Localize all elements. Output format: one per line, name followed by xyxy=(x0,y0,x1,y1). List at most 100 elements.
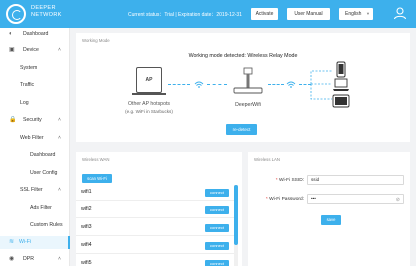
sidebar-item-label: Ads Filter xyxy=(30,205,52,211)
sidebar-item-system[interactable]: System xyxy=(0,62,70,75)
connection-line xyxy=(168,84,190,85)
sidebar-item-label: DPR xyxy=(23,256,34,262)
ap-label: AP xyxy=(145,77,153,83)
save-button[interactable]: save xyxy=(321,215,341,225)
chevron-up-icon: ˄ xyxy=(58,187,61,193)
sidebar-item-label: Custom Rules xyxy=(30,222,63,228)
device-icon: ▣ xyxy=(9,47,15,53)
connect-button[interactable]: connect xyxy=(205,224,229,232)
sidebar-item-web-filter-dashboard[interactable]: Dashboard xyxy=(0,149,70,162)
ssid-value: ssid xyxy=(311,177,320,182)
sidebar-item-web-filter[interactable]: Web Filter ˄ xyxy=(0,132,70,145)
laptop-icon xyxy=(333,78,349,91)
connect-button[interactable]: connect xyxy=(205,242,229,250)
sidebar-item-dpr[interactable]: ◉ DPR ˄ xyxy=(0,253,70,266)
chevron-up-icon: ˄ xyxy=(58,135,61,141)
activate-button[interactable]: Activate xyxy=(251,8,278,20)
deeperwifi-device-icon xyxy=(233,67,263,94)
wifi-network-name: wifi1 xyxy=(81,189,92,195)
working-mode-panel: Working Mode Working mode detected: Wire… xyxy=(76,33,410,142)
sidebar-item-label: Dashboard xyxy=(30,152,56,158)
wifi-network-name: wifi3 xyxy=(81,224,92,230)
top-header: DEEPER NETWORK Current status：Trial | Ex… xyxy=(0,0,416,28)
device-caption: DeeperWifi xyxy=(235,102,261,108)
user-manual-button[interactable]: User Manual xyxy=(287,8,330,20)
connection-line xyxy=(207,84,227,85)
deeper-logo-icon xyxy=(6,4,26,24)
sidebar-item-security[interactable]: 🔒 Security ˄ xyxy=(0,114,70,127)
sidebar-item-ssl-filter[interactable]: SSL Filter ˄ xyxy=(0,184,70,197)
dashboard-icon: ◐ xyxy=(9,31,13,37)
phone-icon xyxy=(336,61,346,78)
sidebar-item-ads-filter[interactable]: Ads Filter xyxy=(0,202,70,215)
language-select[interactable]: English ▼ xyxy=(339,8,373,20)
wifi-network-row: wifi1 connect xyxy=(76,185,234,201)
required-marker: * xyxy=(275,178,278,183)
lock-icon: 🔒 xyxy=(9,117,17,123)
redetect-button[interactable]: re-detect xyxy=(226,124,257,135)
wifi-signal-icon xyxy=(286,81,296,88)
sidebar-item-label: Log xyxy=(20,100,29,106)
panel-title: Wireless LAN xyxy=(254,157,281,162)
connect-button[interactable]: connect xyxy=(205,260,229,266)
ap-caption: Other AP hotspots xyxy=(127,101,170,107)
panel-title: Wireless WAN xyxy=(82,157,110,162)
wifi-icon: ≋ xyxy=(9,239,15,245)
sidebar: ◐ Dashboard ▣ Device ˄ System Traffic Lo… xyxy=(0,28,70,266)
password-value: ••• xyxy=(311,196,316,201)
scrollbar-thumb[interactable] xyxy=(234,185,238,245)
wireless-wan-panel: Wireless WAN scan Wi-Fi wifi1 connect wi… xyxy=(76,152,242,266)
sidebar-item-label: Dashboard xyxy=(23,31,49,37)
connection-line xyxy=(268,84,284,85)
sidebar-item-label: SSL Filter xyxy=(20,187,43,193)
sidebar-item-label: Device xyxy=(23,47,39,53)
connect-button[interactable]: connect xyxy=(205,189,229,197)
wifi-list-scrollbar[interactable] xyxy=(234,185,238,266)
ap-hotspot-icon: AP xyxy=(136,67,162,93)
sidebar-item-traffic[interactable]: Traffic xyxy=(0,79,70,92)
connect-button[interactable]: connect xyxy=(205,206,229,214)
wifi-network-row: wifi2 connect xyxy=(76,202,234,218)
password-label-text: Wi-Fi Password: xyxy=(269,197,304,202)
chevron-up-icon: ˄ xyxy=(58,256,61,262)
wifi-network-row: wifi3 connect xyxy=(76,220,234,236)
chevron-up-icon: ˄ xyxy=(58,47,61,53)
password-input[interactable]: ••• ⊘ xyxy=(307,194,404,204)
sidebar-item-user-config[interactable]: User Config xyxy=(0,167,70,180)
required-marker: * xyxy=(265,197,268,202)
ssid-label-text: Wi-Fi SSID: xyxy=(278,178,304,183)
mode-detected-message: Working mode detected: Wireless Relay Mo… xyxy=(188,53,298,59)
wifi-network-name: wifi4 xyxy=(81,242,92,248)
license-status: Current status：Trial | Expiration date：2… xyxy=(128,12,242,18)
sidebar-item-label: Security xyxy=(23,117,42,123)
ap-caption-sub: (e.g. WiFi in Starbucks) xyxy=(125,109,173,114)
user-icon[interactable] xyxy=(393,6,407,20)
wireless-lan-panel: Wireless LAN * Wi-Fi SSID: ssid * Wi-Fi … xyxy=(248,152,410,266)
chevron-down-icon: ▼ xyxy=(366,11,370,16)
sidebar-item-label: User Config xyxy=(30,170,58,176)
brand-line2: NETWORK xyxy=(31,12,62,18)
wifi-network-row: wifi5 connect xyxy=(76,256,234,266)
sidebar-item-device[interactable]: ▣ Device ˄ xyxy=(0,44,70,57)
brand-line1: DEEPER xyxy=(31,5,56,11)
brand-name: DEEPER NETWORK xyxy=(31,5,62,19)
wifi-signal-icon xyxy=(194,81,204,88)
tablet-icon xyxy=(332,94,350,108)
scan-wifi-button[interactable]: scan Wi-Fi xyxy=(82,174,112,183)
sidebar-item-wifi[interactable]: ≋ Wi-Fi xyxy=(0,236,70,249)
sidebar-item-label: Wi-Fi xyxy=(19,239,32,245)
sidebar-item-label: Traffic xyxy=(20,82,35,88)
sidebar-item-custom-rules[interactable]: Custom Rules xyxy=(0,219,70,232)
wifi-network-name: wifi2 xyxy=(81,206,92,212)
sidebar-item-dashboard[interactable]: ◐ Dashboard xyxy=(0,28,70,41)
password-label: * Wi-Fi Password: xyxy=(252,197,304,202)
language-value: English xyxy=(345,11,362,17)
ap-stand xyxy=(132,93,166,95)
eye-slash-icon[interactable]: ⊘ xyxy=(396,196,400,204)
ssid-label: * Wi-Fi SSID: xyxy=(252,178,304,183)
ssid-input[interactable]: ssid xyxy=(307,175,404,185)
wifi-network-name: wifi5 xyxy=(81,260,92,266)
sidebar-item-log[interactable]: Log xyxy=(0,97,70,110)
wifi-network-row: wifi4 connect xyxy=(76,238,234,254)
dpr-icon: ◉ xyxy=(9,256,15,262)
